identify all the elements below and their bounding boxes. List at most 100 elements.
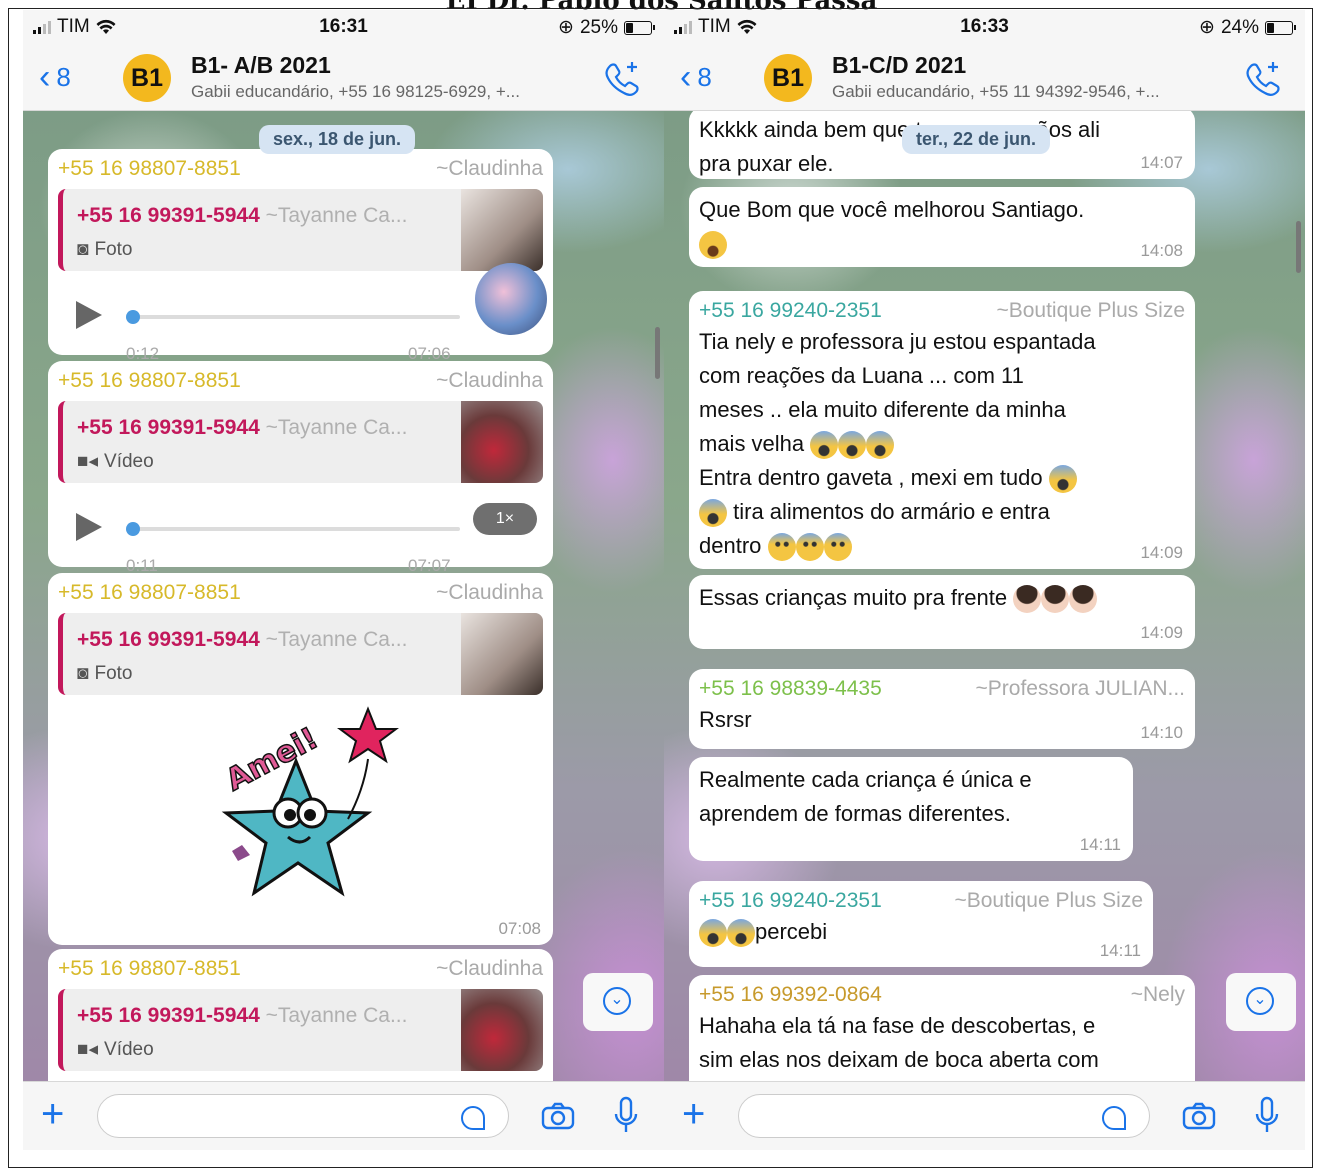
scroll-down-button[interactable]: ⌄ bbox=[583, 973, 653, 1031]
scream-emoji-icon bbox=[838, 431, 867, 460]
message-bubble[interactable]: +55 16 99392-0864 ~Nely Hahaha ela tá na … bbox=[689, 975, 1195, 1081]
back-count: 8 bbox=[697, 61, 712, 92]
plus-icon[interactable]: + bbox=[41, 1092, 64, 1136]
message-bubble[interactable]: +55 16 99240-2351 ~Boutique Plus Size per… bbox=[689, 881, 1153, 967]
audio-track[interactable] bbox=[126, 522, 460, 536]
quote-sender: +55 16 99391-5944 bbox=[77, 204, 260, 227]
mic-icon[interactable] bbox=[613, 1096, 639, 1136]
alarm-icon: ⊕ bbox=[558, 17, 574, 38]
camera-icon[interactable] bbox=[1182, 1102, 1216, 1130]
quote-type: Foto bbox=[94, 663, 133, 684]
message-time: 14:08 bbox=[1140, 241, 1183, 260]
back-chevron-icon: ‹ bbox=[680, 58, 692, 96]
status-bar: TIM 16:31 ⊕ 25% bbox=[23, 10, 664, 48]
facepalm-emoji-icon bbox=[1013, 585, 1042, 614]
audio-scrubber[interactable] bbox=[126, 522, 140, 536]
message-input[interactable] bbox=[738, 1094, 1150, 1138]
call-add-icon[interactable] bbox=[1243, 58, 1283, 98]
message-time: 14:07 bbox=[1140, 153, 1183, 172]
group-members[interactable]: Gabii educandário, +55 16 98125-6929, +.… bbox=[191, 82, 586, 102]
message-bubble[interactable]: +55 16 99240-2351 ~Boutique Plus Size Tia… bbox=[689, 291, 1195, 569]
plus-icon[interactable]: + bbox=[682, 1092, 705, 1136]
composer-bar: + bbox=[664, 1081, 1305, 1150]
call-add-icon[interactable] bbox=[602, 58, 642, 98]
message-bubble[interactable]: Essas crianças muito pra frente 14:09 bbox=[689, 575, 1195, 649]
battery-percent: 24% bbox=[1220, 16, 1259, 38]
status-bar: TIM 16:33 ⊕ 24% bbox=[664, 10, 1305, 48]
message-bubble[interactable]: Realmente cada criança é única e aprende… bbox=[689, 757, 1133, 861]
sender-name: ~Boutique Plus Size bbox=[996, 299, 1185, 322]
group-title[interactable]: B1- A/B 2021 bbox=[191, 52, 331, 79]
chat-area[interactable]: sex., 18 de jun. +55 16 98807-8851 ~Claud… bbox=[23, 111, 664, 1081]
scream-emoji-icon bbox=[1048, 465, 1077, 494]
sticker-icon[interactable] bbox=[1102, 1106, 1126, 1130]
message-time: 14:11 bbox=[1099, 941, 1141, 960]
audio-player[interactable]: 0:12 07:06 bbox=[58, 263, 547, 363]
date-separator: sex., 18 de jun. bbox=[259, 125, 416, 154]
group-avatar[interactable]: B1 bbox=[123, 54, 171, 102]
back-button[interactable]: ‹ 8 bbox=[39, 60, 71, 94]
group-title[interactable]: B1-C/D 2021 bbox=[832, 52, 966, 79]
message-bubble[interactable]: +55 16 98807-8851 ~Claudinha +55 16 99391… bbox=[48, 149, 553, 363]
message-time: 14:10 bbox=[1140, 723, 1183, 742]
play-icon[interactable] bbox=[76, 513, 102, 541]
back-button[interactable]: ‹ 8 bbox=[680, 60, 712, 94]
message-input[interactable] bbox=[97, 1094, 509, 1138]
sender-phone: +55 16 99392-0864 bbox=[699, 983, 882, 1006]
camera-icon[interactable] bbox=[541, 1102, 575, 1130]
battery-percent: 25% bbox=[579, 16, 618, 38]
message-time: 14:09 bbox=[1140, 623, 1183, 642]
audio-scrubber[interactable] bbox=[126, 310, 140, 324]
group-members[interactable]: Gabii educandário, +55 11 94392-9546, +.… bbox=[832, 82, 1227, 102]
quoted-message[interactable]: +55 16 99391-5944 ~Tayanne Ca... ◙ Foto bbox=[58, 613, 543, 695]
scrollbar[interactable] bbox=[655, 327, 660, 379]
video-icon: ■◂ bbox=[77, 1039, 99, 1060]
sender-name: ~Nely bbox=[1130, 983, 1185, 1006]
play-icon[interactable] bbox=[76, 301, 102, 329]
facepalm-emoji-icon bbox=[1069, 585, 1098, 614]
scream-emoji-icon bbox=[810, 431, 839, 460]
sender-phone: +55 16 98807-8851 bbox=[58, 581, 241, 604]
scroll-down-button[interactable]: ⌄ bbox=[1226, 973, 1296, 1031]
quote-thumbnail bbox=[461, 189, 543, 271]
audio-player[interactable]: 0:11 07:07 1× bbox=[58, 483, 543, 575]
sweat-emoji-icon bbox=[823, 533, 852, 562]
sender-phone: +55 16 98807-8851 bbox=[58, 157, 241, 180]
sticker-icon[interactable] bbox=[461, 1106, 485, 1130]
quote-sender: +55 16 99391-5944 bbox=[77, 416, 260, 439]
audio-track[interactable] bbox=[126, 310, 460, 324]
right-phone-screenshot: TIM 16:33 ⊕ 24% ‹ 8 B1 B1-C/D 2021 Gabii … bbox=[664, 10, 1305, 1150]
scrollbar[interactable] bbox=[1296, 221, 1301, 273]
scroll-down-icon: ⌄ bbox=[1246, 987, 1274, 1015]
sender-name: ~Claudinha bbox=[436, 957, 543, 980]
message-text: Tia nely e professora ju estou espantada bbox=[699, 329, 1096, 354]
quoted-message[interactable]: +55 16 99391-5944 ~Tayanne Ca... ◙ Foto bbox=[58, 189, 543, 271]
message-bubble[interactable]: Que Bom que você melhorou Santiago. 14:0… bbox=[689, 187, 1195, 267]
sweat-emoji-icon bbox=[767, 533, 796, 562]
video-icon: ■◂ bbox=[77, 451, 99, 472]
chat-header: ‹ 8 B1 B1-C/D 2021 Gabii educandário, +55… bbox=[664, 48, 1305, 111]
quote-name: ~Tayanne Ca... bbox=[265, 628, 408, 651]
sender-phone: +55 16 99240-2351 bbox=[699, 889, 882, 912]
message-text: Que Bom que você melhorou Santiago. bbox=[699, 197, 1085, 222]
composer-bar: + bbox=[23, 1081, 664, 1150]
message-text: percebi bbox=[755, 919, 828, 944]
message-bubble[interactable]: +55 16 98807-8851 ~Claudinha +55 16 99391… bbox=[48, 949, 553, 1081]
quote-type: Foto bbox=[94, 239, 133, 260]
message-bubble[interactable]: +55 16 98807-8851 ~Claudinha +55 16 99391… bbox=[48, 361, 553, 575]
battery-icon bbox=[624, 20, 655, 35]
quoted-message[interactable]: +55 16 99391-5944 ~Tayanne Ca... ■◂ Vídeo bbox=[58, 989, 543, 1071]
message-bubble[interactable]: +55 16 98807-8851 ~Claudinha +55 16 99391… bbox=[48, 573, 553, 945]
date-separator: ter., 22 de jun. bbox=[902, 125, 1051, 154]
quote-thumbnail bbox=[461, 401, 543, 483]
sender-name: ~Claudinha bbox=[436, 369, 543, 392]
quoted-message[interactable]: +55 16 99391-5944 ~Tayanne Ca... ■◂ Vídeo bbox=[58, 401, 543, 483]
quote-name: ~Tayanne Ca... bbox=[265, 1004, 408, 1027]
playback-speed-button[interactable]: 1× bbox=[473, 503, 537, 535]
group-avatar[interactable]: B1 bbox=[764, 54, 812, 102]
message-bubble[interactable]: +55 16 98839-4435 ~Professora JULIAN... R… bbox=[689, 669, 1195, 749]
mic-icon[interactable] bbox=[1254, 1096, 1280, 1136]
audio-sender-avatar bbox=[475, 263, 547, 335]
quote-type: Vídeo bbox=[104, 451, 154, 472]
chat-area[interactable]: ter., 22 de jun. Kkkkk ainda bem que tem… bbox=[664, 111, 1305, 1081]
